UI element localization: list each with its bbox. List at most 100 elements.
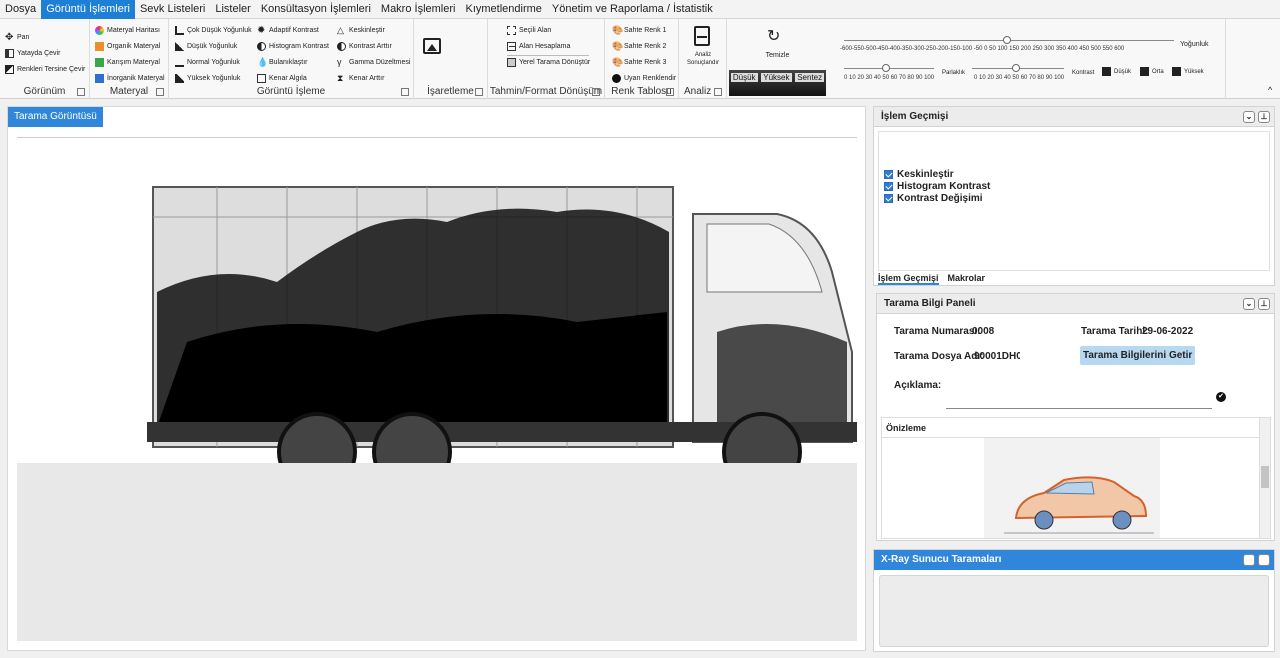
- menu-listeler[interactable]: Listeler: [210, 0, 255, 19]
- xray-scan-list[interactable]: [879, 575, 1269, 647]
- dialog-launcher-icon[interactable]: [592, 88, 600, 96]
- group-materyal: Materyal Haritası Organik Materyal Karış…: [90, 19, 169, 99]
- tab-macros[interactable]: Makrolar: [948, 273, 986, 285]
- menu-kiymetlendirme[interactable]: Kıymetlendirme: [460, 0, 546, 19]
- adaptive-contrast-button[interactable]: ✹ Adaptif Kontrast: [257, 23, 319, 37]
- preview-scrollbar[interactable]: [1259, 418, 1270, 538]
- blur-button[interactable]: 💧 Bulanıklaştır: [257, 55, 308, 69]
- info-header: Tarama Bilgi Paneli ⌄ ⊥: [877, 294, 1274, 314]
- checkbox-icon[interactable]: [884, 193, 893, 203]
- area-calc-button[interactable]: Alan Hesaplama: [507, 39, 570, 53]
- scan-number-label: Tarama Numarası:: [894, 326, 981, 337]
- false-color-2-button[interactable]: 🎨 Sahte Renk 2: [612, 39, 666, 53]
- very-low-density-button[interactable]: Çok Düşük Yoğunluk: [175, 23, 252, 37]
- analysis-finalize-button[interactable]: Analiz Sonuçlandır: [681, 51, 725, 67]
- contrast-label: Kontrast: [1072, 70, 1095, 76]
- checkbox-icon[interactable]: [884, 169, 893, 179]
- level-medium-button[interactable]: Orta: [1140, 67, 1164, 76]
- brightness-slider-thumb[interactable]: [882, 64, 890, 72]
- false-color-3-button[interactable]: 🎨 Sahte Renk 3: [612, 55, 666, 69]
- preview-box: Önizleme: [881, 417, 1271, 539]
- sharpen-button[interactable]: △ Keskinleştir: [337, 23, 385, 37]
- fetch-scan-info-button[interactable]: Tarama Bilgilerini Getir: [1080, 346, 1196, 365]
- tab-history[interactable]: İşlem Geçmişi: [878, 273, 939, 285]
- scan-file-label: Tarama Dosya Adı:: [894, 351, 984, 362]
- chevron-down-icon[interactable]: ⌄: [1243, 554, 1255, 566]
- group-temizle: ↻ Temizle Düşük Yüksek Sentez: [727, 19, 828, 99]
- inorganic-material-button[interactable]: İnorganik Materyal: [95, 71, 165, 85]
- increase-contrast-button[interactable]: Kontrast Arttır: [337, 39, 392, 53]
- dialog-launcher-icon[interactable]: [666, 88, 674, 96]
- density-slider-thumb[interactable]: [1003, 36, 1011, 44]
- contrast-slider-thumb[interactable]: [1012, 64, 1020, 72]
- low-density-button[interactable]: Düşük Yoğunluk: [175, 39, 237, 53]
- local-scan-convert-button[interactable]: Yerel Tarama Dönüştür: [507, 55, 590, 69]
- chevron-down-icon[interactable]: ⌄: [1243, 298, 1255, 310]
- material-map-button[interactable]: Materyal Haritası: [95, 23, 160, 37]
- confirm-check-icon[interactable]: ✔: [1216, 392, 1226, 402]
- selected-area-button[interactable]: Seçili Alan: [507, 23, 551, 37]
- annotate-image-icon[interactable]: [423, 38, 441, 54]
- inorganic-label: İnorganik Materyal: [107, 74, 165, 82]
- preview-image[interactable]: [984, 438, 1160, 538]
- contrast-icon: [257, 41, 266, 51]
- clear-button-label[interactable]: Temizle: [727, 52, 828, 59]
- gamma-button[interactable]: γ Gamma Düzeltmesi: [337, 55, 410, 69]
- tab-low[interactable]: Düşük: [730, 73, 758, 82]
- chevron-down-icon[interactable]: ⌄: [1243, 111, 1255, 123]
- collapse-ribbon-icon[interactable]: ^: [1268, 85, 1272, 95]
- normal-density-label: Normal Yoğunluk: [187, 58, 240, 66]
- menu-yonetim[interactable]: Yönetim ve Raporlama / İstatistik: [547, 0, 718, 19]
- dialog-launcher-icon[interactable]: [156, 88, 164, 96]
- menu-makro[interactable]: Makro İşlemleri: [376, 0, 461, 19]
- tab-scan-image[interactable]: Tarama Görüntüsü: [8, 107, 103, 127]
- normal-density-button[interactable]: Normal Yoğunluk: [175, 55, 240, 69]
- tab-high[interactable]: Yüksek: [761, 73, 792, 82]
- checkbox-icon[interactable]: [884, 181, 893, 191]
- history-item[interactable]: Histogram Kontrast: [884, 180, 1264, 192]
- false-color-1-label: Sahte Renk 1: [624, 26, 667, 34]
- pan-button[interactable]: ✥ Pan: [5, 30, 29, 44]
- organic-material-button[interactable]: Organik Materyal: [95, 39, 160, 53]
- pin-icon[interactable]: ⊥: [1258, 111, 1270, 123]
- pin-icon[interactable]: ⊥: [1258, 554, 1270, 566]
- warning-color-label: Uyarı Renklendir: [624, 74, 677, 82]
- mixed-material-button[interactable]: Karışım Materyal: [95, 55, 160, 69]
- tab-synthesis[interactable]: Sentez: [795, 73, 825, 82]
- high-density-label: Yüksek Yoğunluk: [187, 74, 241, 82]
- description-field[interactable]: [946, 408, 1212, 409]
- menu-konsultasyon[interactable]: Konsültasyon İşlemleri: [256, 0, 376, 19]
- scrollbar-thumb[interactable]: [1261, 466, 1269, 488]
- reset-icon[interactable]: ↻: [767, 29, 780, 45]
- level-low-button[interactable]: Düşük: [1102, 67, 1131, 76]
- pin-icon[interactable]: ⊥: [1258, 298, 1270, 310]
- menu-dosya[interactable]: Dosya: [0, 0, 41, 19]
- info-title: Tarama Bilgi Paneli: [884, 298, 976, 309]
- warning-color-button[interactable]: Uyarı Renklendir: [612, 71, 676, 85]
- edge-detect-button[interactable]: Kenar Algıla: [257, 71, 307, 85]
- no-entry-icon: [612, 73, 621, 83]
- menu-goruntu-islemleri[interactable]: Görüntü İşlemleri: [41, 0, 135, 19]
- histogram-contrast-button[interactable]: Histogram Kontrast: [257, 39, 329, 53]
- group-analiz: Analiz Sonuçlandır Analiz: [679, 19, 727, 99]
- density-scale: -600-550-500-450-400-350-300-250-200-150…: [840, 46, 1125, 52]
- palette-icon: 🎨: [612, 24, 624, 35]
- dialog-launcher-icon[interactable]: [714, 88, 722, 96]
- clipboard-chart-icon[interactable]: [694, 26, 710, 46]
- flip-horizontal-button[interactable]: Yatayda Çevir: [5, 46, 60, 60]
- xray-truck-image[interactable]: [17, 142, 857, 463]
- false-color-1-button[interactable]: 🎨 Sahte Renk 1: [612, 23, 666, 37]
- selection-icon: [507, 25, 516, 35]
- dialog-launcher-icon[interactable]: [475, 88, 483, 96]
- invert-colors-button[interactable]: Renkleri Tersine Çevir: [5, 62, 85, 76]
- menu-sevk-listeleri[interactable]: Sevk Listeleri: [135, 0, 210, 19]
- edge-enhance-button[interactable]: ⧗ Kenar Arttır: [337, 71, 384, 85]
- dialog-launcher-icon[interactable]: [77, 88, 85, 96]
- history-item[interactable]: Kontrast Değişimi: [884, 192, 1264, 204]
- history-item[interactable]: Keskinleştir: [884, 168, 1264, 180]
- level-high-button[interactable]: Yüksek: [1172, 67, 1204, 76]
- high-density-button[interactable]: Yüksek Yoğunluk: [175, 71, 240, 85]
- dialog-launcher-icon[interactable]: [401, 88, 409, 96]
- scan-view-panel: Tarama Görüntüsü: [7, 106, 866, 651]
- level-icon: [1172, 67, 1181, 76]
